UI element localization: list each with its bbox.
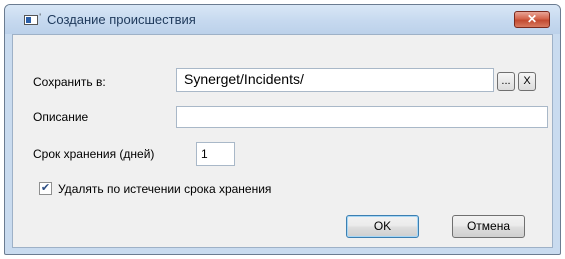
- dialog-window: ' Создание происшествия ✕ Сохранить в: S…: [4, 4, 561, 255]
- delete-on-expiry-label[interactable]: Удалять по истечении срока хранения: [58, 182, 271, 196]
- save-to-label: Сохранить в:: [33, 75, 106, 89]
- app-window-icon: ': [24, 13, 41, 25]
- close-button[interactable]: ✕: [514, 11, 550, 28]
- browse-button[interactable]: ...: [497, 72, 515, 91]
- retention-days-label: Срок хранения (дней): [33, 147, 155, 161]
- save-to-path-input[interactable]: Synerget/Incidents/: [176, 68, 494, 92]
- cancel-button[interactable]: Отмена: [452, 215, 525, 238]
- dialog-title: Создание происшествия: [47, 12, 196, 27]
- retention-days-input[interactable]: 1: [196, 142, 235, 166]
- dialog-body: Сохранить в: Synerget/Incidents/ ... X О…: [12, 34, 553, 248]
- checkmark-icon: ✔: [40, 182, 51, 194]
- title-bar[interactable]: ' Создание происшествия ✕: [5, 5, 560, 34]
- description-label: Описание: [33, 110, 89, 124]
- clear-path-button[interactable]: X: [518, 72, 536, 91]
- ok-button[interactable]: OK: [346, 215, 419, 238]
- delete-on-expiry-checkbox[interactable]: ✔: [39, 182, 52, 195]
- description-input[interactable]: [176, 106, 548, 128]
